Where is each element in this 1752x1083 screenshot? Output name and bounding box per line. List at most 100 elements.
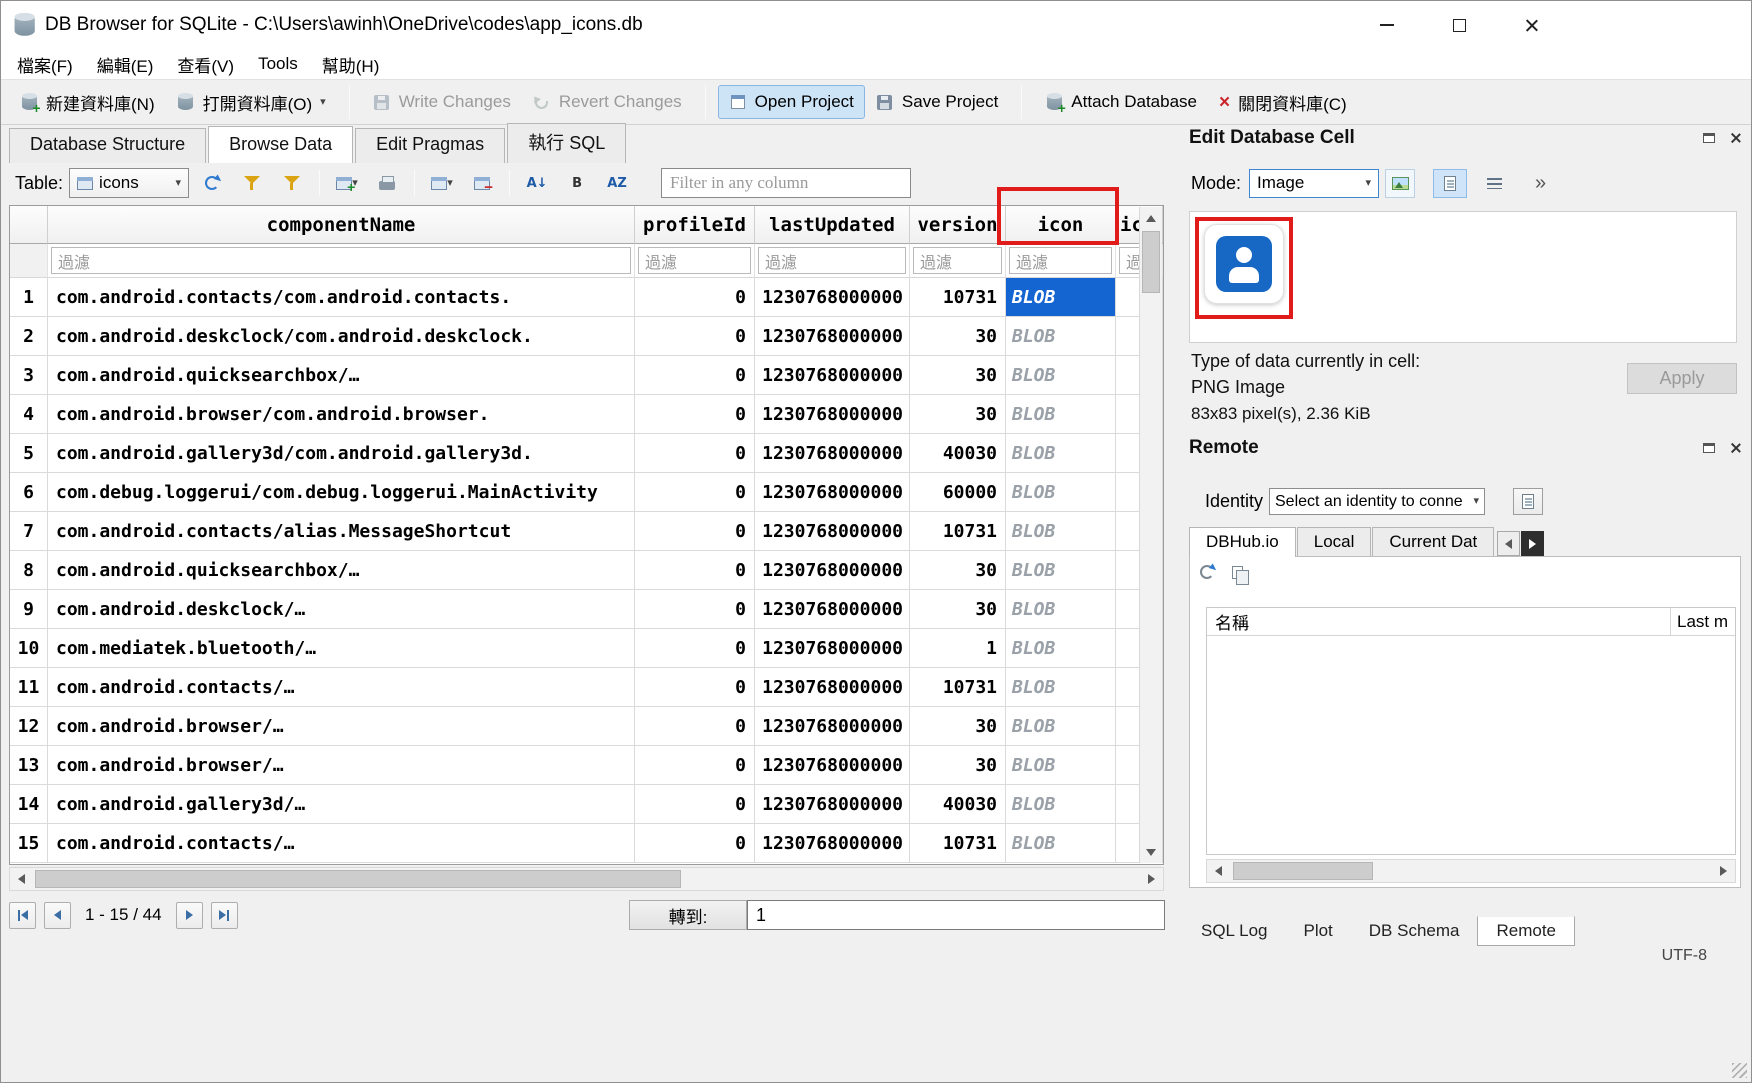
cell-lastUpdated[interactable]: 1230768000000: [755, 395, 910, 433]
cell-lastUpdated[interactable]: 1230768000000: [755, 278, 910, 316]
column-header-icon[interactable]: icon: [1006, 206, 1116, 244]
row-number[interactable]: 12: [10, 707, 48, 745]
scroll-right-button[interactable]: [1712, 860, 1735, 882]
cell-profileId[interactable]: 0: [635, 278, 755, 316]
table-row[interactable]: 1 com.android.contacts/com.android.conta…: [10, 278, 1163, 317]
cell-componentName[interactable]: com.android.gallery3d/…: [48, 785, 635, 823]
column-header-name[interactable]: 名稱: [1207, 608, 1671, 635]
refresh-button[interactable]: [195, 168, 229, 198]
scroll-right-button[interactable]: [1140, 868, 1163, 890]
import-identity-button[interactable]: [1513, 488, 1543, 515]
tab-browse-data[interactable]: Browse Data: [208, 126, 353, 163]
first-page-button[interactable]: [9, 902, 36, 929]
float-panel-icon[interactable]: [1703, 443, 1715, 453]
cell-icon-blob[interactable]: BLOB: [1006, 590, 1116, 628]
cell-icon-blob[interactable]: BLOB: [1006, 473, 1116, 511]
tab-edit-pragmas[interactable]: Edit Pragmas: [355, 128, 505, 163]
scrollbar-thumb[interactable]: [35, 870, 681, 888]
text-view-button[interactable]: [1433, 169, 1467, 198]
write-changes-button[interactable]: Write Changes: [362, 85, 522, 119]
cell-icon-blob[interactable]: BLOB: [1006, 512, 1116, 550]
table-row[interactable]: 9 com.android.deskclock/… 0 123076800000…: [10, 590, 1163, 629]
close-panel-icon[interactable]: [1729, 132, 1741, 144]
table-row[interactable]: 11 com.android.contacts/… 0 123076800000…: [10, 668, 1163, 707]
float-panel-icon[interactable]: [1703, 133, 1715, 143]
cell-version[interactable]: 1: [910, 629, 1006, 667]
tab-current-database[interactable]: Current Dat: [1372, 527, 1494, 557]
clone-database-icon[interactable]: [1232, 566, 1243, 579]
cell-lastUpdated[interactable]: 1230768000000: [755, 746, 910, 784]
scroll-down-button[interactable]: [1140, 841, 1162, 863]
new-database-button[interactable]: 新建資料庫(N): [9, 83, 166, 122]
resize-grip[interactable]: [1732, 1063, 1747, 1078]
remote-refresh-icon[interactable]: [1200, 565, 1214, 579]
row-number[interactable]: 3: [10, 356, 48, 394]
cell-lastUpdated[interactable]: 1230768000000: [755, 551, 910, 589]
cell-componentName[interactable]: com.android.deskclock/…: [48, 590, 635, 628]
column-header-last-modified[interactable]: Last m: [1671, 608, 1735, 635]
row-number[interactable]: 7: [10, 512, 48, 550]
cell-profileId[interactable]: 0: [635, 551, 755, 589]
horizontal-scrollbar[interactable]: [9, 867, 1164, 891]
cell-icon-blob[interactable]: BLOB: [1006, 551, 1116, 589]
filter-input-icon[interactable]: 過濾: [1009, 247, 1112, 274]
table-row[interactable]: 6 com.debug.loggerui/com.debug.loggerui.…: [10, 473, 1163, 512]
column-header-version[interactable]: version: [910, 206, 1006, 244]
open-project-button[interactable]: Open Project: [718, 85, 865, 119]
cell-version[interactable]: 10731: [910, 668, 1006, 706]
maximize-button[interactable]: [1423, 1, 1495, 49]
dock-tab-db-schema[interactable]: DB Schema: [1351, 917, 1478, 945]
row-number[interactable]: 2: [10, 317, 48, 355]
cell-lastUpdated[interactable]: 1230768000000: [755, 785, 910, 823]
menu-view[interactable]: 查看(V): [165, 48, 246, 81]
cell-version[interactable]: 40030: [910, 434, 1006, 472]
cell-profileId[interactable]: 0: [635, 473, 755, 511]
cell-componentName[interactable]: com.mediatek.bluetooth/…: [48, 629, 635, 667]
tab-database-structure[interactable]: Database Structure: [9, 128, 206, 163]
table-row[interactable]: 12 com.android.browser/… 0 1230768000000…: [10, 707, 1163, 746]
cell-lastUpdated[interactable]: 1230768000000: [755, 434, 910, 472]
sort-az-button[interactable]: AZ: [600, 168, 634, 198]
cell-profileId[interactable]: 0: [635, 707, 755, 745]
mode-select[interactable]: Image: [1249, 169, 1379, 198]
cell-lastUpdated[interactable]: 1230768000000: [755, 629, 910, 667]
overflow-chevron-icon[interactable]: [1535, 173, 1546, 193]
close-panel-icon[interactable]: [1729, 442, 1741, 454]
cell-profileId[interactable]: 0: [635, 434, 755, 472]
cell-icon-blob[interactable]: BLOB: [1006, 629, 1116, 667]
filter-input-profileId[interactable]: 過濾: [638, 247, 751, 274]
table-row[interactable]: 15 com.android.contacts/… 0 123076800000…: [10, 824, 1163, 863]
tab-dbhub[interactable]: DBHub.io: [1189, 527, 1296, 557]
row-number[interactable]: 1: [10, 278, 48, 316]
cell-lastUpdated[interactable]: 1230768000000: [755, 356, 910, 394]
cell-componentName[interactable]: com.android.quicksearchbox/…: [48, 356, 635, 394]
row-number[interactable]: 15: [10, 824, 48, 862]
cell-componentName[interactable]: com.android.browser/com.android.browser.: [48, 395, 635, 433]
cell-componentName[interactable]: com.android.browser/…: [48, 707, 635, 745]
cell-icon-blob[interactable]: BLOB: [1006, 824, 1116, 862]
tab-local[interactable]: Local: [1297, 527, 1372, 557]
filter-input-version[interactable]: 過濾: [913, 247, 1002, 274]
open-database-button[interactable]: 打開資料庫(O): [166, 83, 337, 122]
cell-version[interactable]: 30: [910, 707, 1006, 745]
cell-version[interactable]: 10731: [910, 824, 1006, 862]
corner-header[interactable]: [10, 206, 48, 244]
cell-lastUpdated[interactable]: 1230768000000: [755, 668, 910, 706]
cell-version[interactable]: 30: [910, 356, 1006, 394]
table-row[interactable]: 8 com.android.quicksearchbox/… 0 1230768…: [10, 551, 1163, 590]
prev-page-button[interactable]: [44, 902, 71, 929]
cell-componentName[interactable]: com.debug.loggerui/com.debug.loggerui.Ma…: [48, 473, 635, 511]
row-number[interactable]: 6: [10, 473, 48, 511]
row-number[interactable]: 14: [10, 785, 48, 823]
dock-tab-remote[interactable]: Remote: [1477, 916, 1575, 946]
cell-profileId[interactable]: 0: [635, 629, 755, 667]
cell-componentName[interactable]: com.android.contacts/alias.MessageShortc…: [48, 512, 635, 550]
close-database-button[interactable]: 關閉資料庫(C): [1208, 83, 1358, 122]
attach-database-button[interactable]: Attach Database: [1034, 85, 1208, 119]
dock-tab-plot[interactable]: Plot: [1285, 917, 1350, 945]
column-header-profileId[interactable]: profileId: [635, 206, 755, 244]
row-number[interactable]: 11: [10, 668, 48, 706]
cell-componentName[interactable]: com.android.gallery3d/com.android.galler…: [48, 434, 635, 472]
cell-version[interactable]: 30: [910, 317, 1006, 355]
row-number[interactable]: 4: [10, 395, 48, 433]
